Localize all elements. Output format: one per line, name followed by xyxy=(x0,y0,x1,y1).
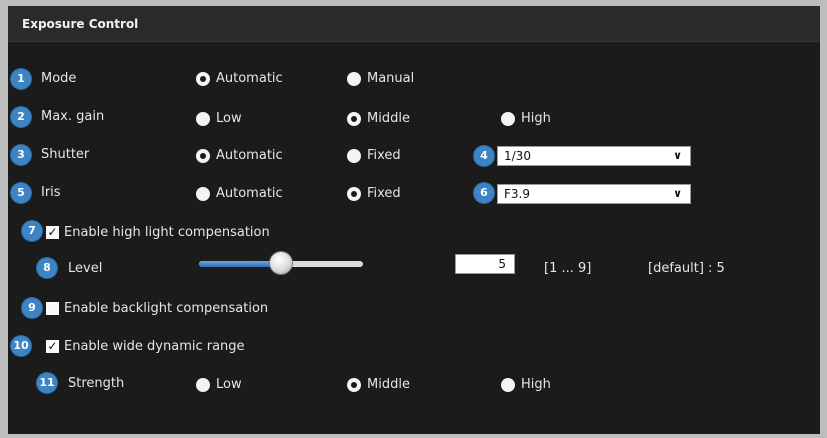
radio-label: High xyxy=(521,111,551,126)
panel-title: Exposure Control xyxy=(22,17,139,31)
radio-dot xyxy=(196,71,210,86)
radio-dot xyxy=(347,186,361,201)
badge-11: 11 xyxy=(37,373,57,393)
max-gain-low-radio[interactable]: Low xyxy=(196,111,242,126)
backlight-compensation-checkbox[interactable]: Enable backlight compensation xyxy=(46,301,268,316)
level-default-text: [default] : 5 xyxy=(648,261,725,276)
badge-8: 8 xyxy=(37,258,57,278)
badge-5: 5 xyxy=(11,183,31,203)
strength-middle-radio[interactable]: Middle xyxy=(347,377,410,392)
radio-dot xyxy=(347,377,361,392)
max-gain-middle-radio[interactable]: Middle xyxy=(347,111,410,126)
badge-4: 4 xyxy=(474,146,494,166)
radio-label: Manual xyxy=(367,71,415,86)
chevron-down-icon: ∨ xyxy=(673,149,682,162)
radio-label: Low xyxy=(216,377,242,392)
badge-6: 6 xyxy=(474,183,494,203)
radio-dot xyxy=(347,71,361,86)
radio-label: Automatic xyxy=(216,71,283,86)
radio-label: Fixed xyxy=(367,186,401,201)
shutter-automatic-radio[interactable]: Automatic xyxy=(196,148,283,163)
radio-label: Middle xyxy=(367,111,410,126)
max-gain-label: Max. gain xyxy=(41,109,105,124)
max-gain-high-radio[interactable]: High xyxy=(501,111,551,126)
chevron-down-icon: ∨ xyxy=(673,187,682,200)
badge-1: 1 xyxy=(11,69,31,89)
checkmark-icon: ✓ xyxy=(46,225,59,239)
radio-dot xyxy=(196,186,210,201)
iris-label: Iris xyxy=(41,185,61,200)
level-value-input[interactable]: 5 xyxy=(455,254,515,274)
radio-dot xyxy=(347,148,361,163)
strength-low-radio[interactable]: Low xyxy=(196,377,242,392)
badge-9: 9 xyxy=(22,298,42,318)
checkbox-label: Enable high light compensation xyxy=(64,225,270,240)
mode-automatic-radio[interactable]: Automatic xyxy=(196,71,283,86)
iris-fixed-radio[interactable]: Fixed xyxy=(347,186,401,201)
panel-header: Exposure Control xyxy=(8,6,820,42)
badge-3: 3 xyxy=(11,145,31,165)
badge-2: 2 xyxy=(11,107,31,127)
level-slider-handle[interactable] xyxy=(270,252,292,274)
level-slider-fill xyxy=(199,261,281,267)
shutter-label: Shutter xyxy=(41,147,90,162)
shutter-fixed-radio[interactable]: Fixed xyxy=(347,148,401,163)
high-light-compensation-checkbox[interactable]: ✓ Enable high light compensation xyxy=(46,225,270,240)
iris-automatic-radio[interactable]: Automatic xyxy=(196,186,283,201)
radio-dot xyxy=(347,111,361,126)
badge-10: 10 xyxy=(11,336,31,356)
mode-label: Mode xyxy=(41,71,77,86)
radio-label: Middle xyxy=(367,377,410,392)
strength-label: Strength xyxy=(68,376,125,391)
mode-manual-radio[interactable]: Manual xyxy=(347,71,414,86)
checkmark-icon: ✓ xyxy=(46,339,59,353)
radio-dot xyxy=(501,111,515,126)
radio-label: High xyxy=(521,377,551,392)
radio-dot xyxy=(196,377,210,392)
iris-aperture-select[interactable]: F3.9 ∨ xyxy=(497,184,691,204)
checkbox-label: Enable backlight compensation xyxy=(64,301,269,316)
shutter-speed-select[interactable]: 1/30 ∨ xyxy=(497,146,691,166)
level-range-text: [1 ... 9] xyxy=(544,261,592,276)
radio-label: Automatic xyxy=(216,148,283,163)
badge-7: 7 xyxy=(22,221,42,241)
checkbox-label: Enable wide dynamic range xyxy=(64,339,245,354)
radio-dot xyxy=(196,148,210,163)
select-value: F3.9 xyxy=(504,187,530,201)
radio-dot xyxy=(196,111,210,126)
radio-label: Fixed xyxy=(367,148,401,163)
radio-label: Automatic xyxy=(216,186,283,201)
level-label: Level xyxy=(68,261,103,276)
select-value: 1/30 xyxy=(504,149,531,163)
radio-dot xyxy=(501,377,515,392)
strength-high-radio[interactable]: High xyxy=(501,377,551,392)
wide-dynamic-range-checkbox[interactable]: ✓ Enable wide dynamic range xyxy=(46,339,245,354)
radio-label: Low xyxy=(216,111,242,126)
checkbox-box xyxy=(46,302,59,315)
